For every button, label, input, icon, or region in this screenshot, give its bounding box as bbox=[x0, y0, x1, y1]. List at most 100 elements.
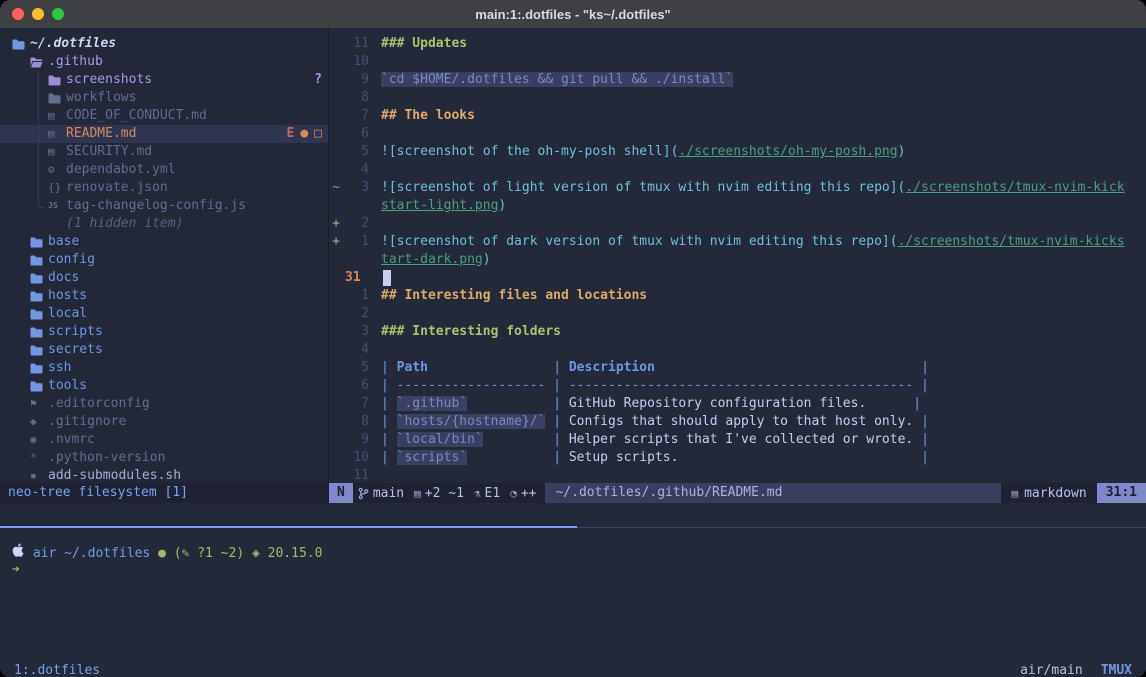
syntax-segment-cell: Helper scripts that I've collected or wr… bbox=[569, 432, 913, 447]
line-text: tart-dark.png) bbox=[381, 251, 1146, 269]
editor-line[interactable]: 4 bbox=[329, 161, 1146, 179]
tmux-window-label[interactable]: 1:.dotfiles bbox=[14, 663, 100, 677]
tree-item-add-submodules.sh[interactable]: ▪add-submodules.sh bbox=[0, 467, 328, 483]
gutter-sign bbox=[329, 89, 343, 107]
tree-item-security.md[interactable]: ▤SECURITY.md bbox=[0, 143, 328, 161]
diagnostics: ⚗E1 bbox=[469, 486, 505, 501]
editor-line[interactable]: 8 bbox=[329, 89, 1146, 107]
tree-item-.python-version[interactable]: *.python-version bbox=[0, 449, 328, 467]
tree-item-scripts[interactable]: scripts bbox=[0, 323, 328, 341]
tree-item-dependabot.yml[interactable]: ⚙dependabot.yml bbox=[0, 161, 328, 179]
folder-icon bbox=[30, 327, 48, 338]
tree-item-docs[interactable]: docs bbox=[0, 269, 328, 287]
syntax-segment-tbl: | bbox=[381, 450, 397, 465]
line-number: 3 bbox=[343, 179, 381, 197]
syntax-segment-tbl: | bbox=[381, 396, 397, 411]
git-diff: ▤+2 ~1 bbox=[409, 486, 469, 501]
line-text: ![screenshot of light version of tmux wi… bbox=[381, 179, 1146, 197]
editor-buffer[interactable]: 11### Updates 10 9`cd $HOME/.dotfiles &&… bbox=[329, 28, 1146, 483]
line-number: 9 bbox=[343, 431, 381, 449]
line-text bbox=[381, 467, 1146, 483]
minimize-button[interactable] bbox=[32, 8, 44, 20]
editor-line[interactable]: 9| `local/bin` | Helper scripts that I'v… bbox=[329, 431, 1146, 449]
editor-line[interactable]: 5![screenshot of the oh-my-posh shell](.… bbox=[329, 143, 1146, 161]
tree-item-tag-changelog-config.js[interactable]: JStag-changelog-config.js bbox=[0, 197, 328, 215]
editor-line[interactable]: 8| `hosts/{hostname}/` | Configs that sh… bbox=[329, 413, 1146, 431]
editor-line[interactable]: +1![screenshot of dark version of tmux w… bbox=[329, 233, 1146, 251]
tree-item-config[interactable]: config bbox=[0, 251, 328, 269]
tree-item-workflows[interactable]: workflows bbox=[0, 89, 328, 107]
neo-tree-statusline: neo-tree filesystem [1] bbox=[0, 483, 328, 503]
prompt-text: ( bbox=[166, 546, 182, 561]
tree-item-screenshots[interactable]: screenshots? bbox=[0, 71, 328, 89]
tree-item-hosts[interactable]: hosts bbox=[0, 287, 328, 305]
line-number: 8 bbox=[343, 89, 381, 107]
syntax-segment-pl bbox=[866, 396, 913, 411]
editor-line[interactable]: 3### Interesting folders bbox=[329, 323, 1146, 341]
tree-item-readme.md[interactable]: ▤README.mdE●□ bbox=[0, 125, 328, 143]
extra-status-text: ++ bbox=[521, 486, 537, 501]
editor-line[interactable]: 4 bbox=[329, 341, 1146, 359]
syntax-segment-code: `.github` bbox=[397, 396, 467, 411]
editor-line[interactable]: start-light.png) bbox=[329, 197, 1146, 215]
folder-icon bbox=[48, 75, 66, 86]
line-text: | `hosts/{hostname}/` | Configs that sho… bbox=[381, 413, 1146, 431]
shell-pane[interactable]: air ~/.dotfiles ● (✎ ?1 ~2) ◈ 20.15.0 ➔ bbox=[0, 533, 1146, 653]
tree-item-.editorconfig[interactable]: ⚑.editorconfig bbox=[0, 395, 328, 413]
tree-item-label: hosts bbox=[48, 287, 87, 305]
gutter-sign bbox=[329, 377, 343, 395]
gutter-sign bbox=[329, 395, 343, 413]
tree-item-code-of-conduct.md[interactable]: ▤CODE_OF_CONDUCT.md bbox=[0, 107, 328, 125]
tree-item-.github[interactable]: .github bbox=[0, 53, 328, 71]
tmux-pane-border[interactable] bbox=[0, 521, 1146, 533]
close-button[interactable] bbox=[12, 8, 24, 20]
tree-item-label: dependabot.yml bbox=[66, 161, 176, 179]
editor-line[interactable]: 2 bbox=[329, 305, 1146, 323]
line-number bbox=[343, 251, 381, 269]
tree-item-label: SECURITY.md bbox=[66, 143, 152, 161]
tree-item-.nvmrc[interactable]: ◉.nvmrc bbox=[0, 431, 328, 449]
editor-line[interactable]: 9`cd $HOME/.dotfiles && git pull && ./in… bbox=[329, 71, 1146, 89]
tree-item-renovate.json[interactable]: {}renovate.json bbox=[0, 179, 328, 197]
tree-item--.dotfiles[interactable]: ~/.dotfiles bbox=[0, 35, 328, 53]
editor-line[interactable]: +2 bbox=[329, 215, 1146, 233]
folder-icon bbox=[12, 39, 30, 50]
editor-line[interactable]: 7| `.github` | GitHub Repository configu… bbox=[329, 395, 1146, 413]
git-branch-name: main bbox=[373, 486, 404, 501]
editor-line[interactable]: 11### Updates bbox=[329, 35, 1146, 53]
tree-item-.gitignore[interactable]: ◆.gitignore bbox=[0, 413, 328, 431]
editor-line[interactable]: 1## Interesting files and locations bbox=[329, 287, 1146, 305]
editor-line[interactable]: 10 bbox=[329, 53, 1146, 71]
tree-item-secrets[interactable]: secrets bbox=[0, 341, 328, 359]
line-number: 10 bbox=[343, 53, 381, 71]
editor-line[interactable]: 5| Path | Description | bbox=[329, 359, 1146, 377]
tree-item-base[interactable]: base bbox=[0, 233, 328, 251]
syntax-segment-md: ) bbox=[898, 144, 906, 159]
editor-line[interactable]: 6 bbox=[329, 125, 1146, 143]
git-status-badge: ● bbox=[300, 125, 308, 143]
line-text: ### Interesting folders bbox=[381, 323, 1146, 341]
editor-line[interactable]: ~3![screenshot of light version of tmux … bbox=[329, 179, 1146, 197]
flask-icon: ⚗ bbox=[474, 487, 481, 500]
line-number: 11 bbox=[343, 467, 381, 483]
markdown-icon: ▤ bbox=[1011, 487, 1018, 500]
line-text bbox=[381, 125, 1146, 143]
editor-line[interactable]: 11 bbox=[329, 467, 1146, 483]
editor-line[interactable]: 31 bbox=[329, 269, 1146, 287]
tree-item-ssh[interactable]: ssh bbox=[0, 359, 328, 377]
window-title: main:1:.dotfiles - "ks~/.dotfiles" bbox=[0, 7, 1146, 22]
clock-icon: ◔ bbox=[510, 487, 517, 500]
editor-line[interactable]: 7## The looks bbox=[329, 107, 1146, 125]
editor-line[interactable]: 10| `scripts` | Setup scripts. | bbox=[329, 449, 1146, 467]
editor-line[interactable]: tart-dark.png) bbox=[329, 251, 1146, 269]
line-number: 1 bbox=[343, 287, 381, 305]
file-path: ~/.dotfiles/.github/README.md bbox=[545, 483, 1001, 503]
editor-line[interactable]: 6| ------------------- | ---------------… bbox=[329, 377, 1146, 395]
tmux-badge: TMUX bbox=[1101, 663, 1132, 677]
tree-item--1-hidden-item-[interactable]: (1 hidden item) bbox=[0, 215, 328, 233]
tree-item-local[interactable]: local bbox=[0, 305, 328, 323]
tree-item-tools[interactable]: tools bbox=[0, 377, 328, 395]
prompt-text: ?1 ~2) bbox=[189, 546, 252, 561]
zoom-button[interactable] bbox=[52, 8, 64, 20]
line-number: 2 bbox=[343, 305, 381, 323]
